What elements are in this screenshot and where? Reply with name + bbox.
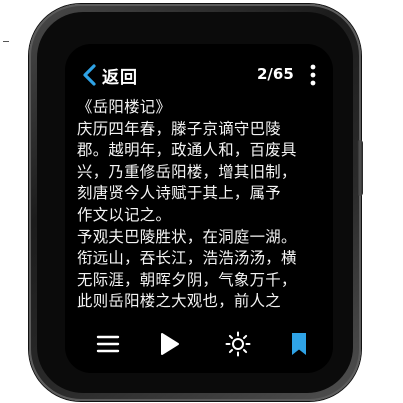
top-bar: 返回 2/65 xyxy=(65,62,333,88)
crop-mark xyxy=(3,41,9,42)
menu-icon xyxy=(96,335,120,353)
brightness-icon xyxy=(225,331,251,357)
text-line: 此则岳阳楼之大观也，前人之 xyxy=(77,292,281,311)
text-line: 郡。越明年，政通人和，百废具 xyxy=(77,141,297,160)
more-button[interactable] xyxy=(308,63,318,87)
text-line: 衔远山，吞长江，浩浩汤汤，横 xyxy=(77,249,297,268)
text-line: 无际涯，朝晖夕阴，气象万千， xyxy=(77,270,297,289)
back-label: 返回 xyxy=(102,67,138,88)
play-button[interactable] xyxy=(156,331,182,357)
bottom-toolbar xyxy=(65,331,333,361)
page-indicator: 2/65 xyxy=(257,65,294,83)
side-button[interactable] xyxy=(357,140,363,196)
book-title: 《岳阳楼记》 xyxy=(77,98,172,116)
more-vertical-icon xyxy=(310,64,316,86)
reading-content: 《岳阳楼记》 庆历四年春，滕子京谪守巴陵 郡。越明年，政通人和，百废具 兴，乃重… xyxy=(77,97,327,313)
watch-screen: 返回 2/65 《岳阳楼记》 庆历四年春，滕子京谪守巴陵 郡。越明年，政通人和，… xyxy=(65,44,333,373)
brightness-button[interactable] xyxy=(225,331,251,357)
text-line: 庆历四年春，滕子京谪守巴陵 xyxy=(77,119,281,138)
text-line: 兴，乃重修岳阳楼，增其旧制， xyxy=(77,162,297,181)
text-line: 刻唐贤今人诗赋于其上，属予 xyxy=(77,184,281,203)
menu-button[interactable] xyxy=(95,331,121,357)
bookmark-icon xyxy=(292,333,306,355)
bookmark-button[interactable] xyxy=(286,331,312,357)
device-mockup: 返回 2/65 《岳阳楼记》 庆历四年春，滕子京谪守巴陵 郡。越明年，政通人和，… xyxy=(0,0,403,403)
back-button[interactable]: 返回 xyxy=(81,62,138,88)
chevron-left-icon xyxy=(81,63,99,87)
text-line: 予观夫巴陵胜状，在洞庭一湖。 xyxy=(77,227,297,246)
text-line: 作文以记之。 xyxy=(77,205,172,224)
play-icon xyxy=(161,333,179,355)
